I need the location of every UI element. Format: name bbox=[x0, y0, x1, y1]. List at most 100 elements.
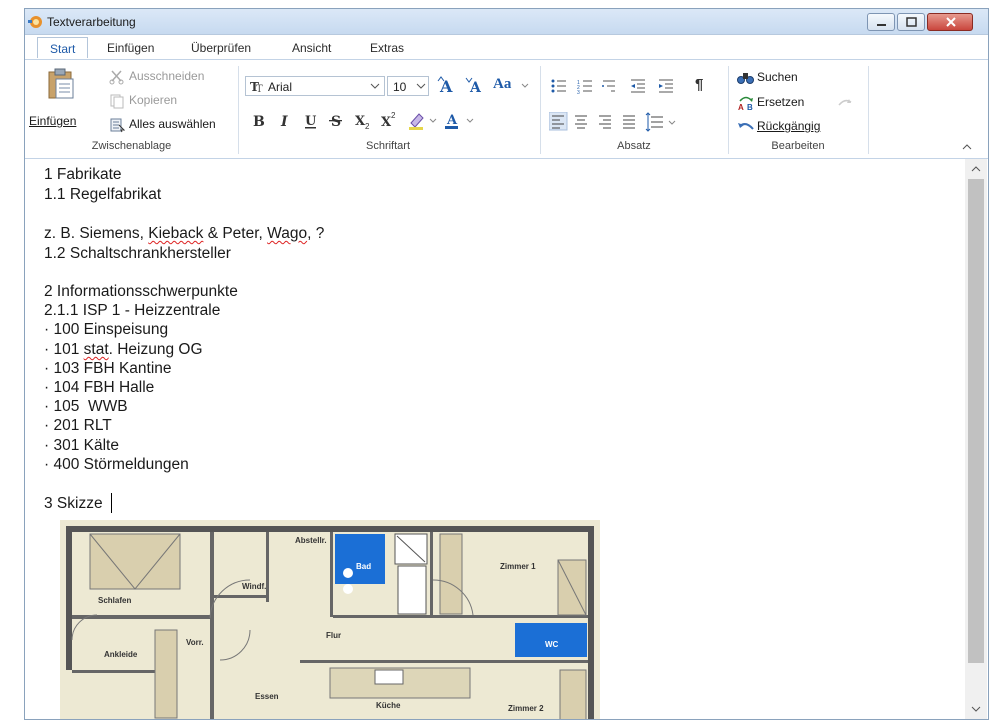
copy-button[interactable]: Kopieren bbox=[109, 92, 229, 110]
doc-line: 1.1 Regelfabrikat bbox=[44, 186, 162, 203]
doc-line: · 104 FBH Halle bbox=[44, 379, 155, 396]
replace-button[interactable]: AB Ersetzen bbox=[737, 94, 837, 112]
doc-line: · 100 Einspeisung bbox=[44, 321, 169, 338]
close-button[interactable] bbox=[927, 13, 973, 31]
align-right-icon bbox=[599, 115, 611, 129]
tab-start[interactable]: Start bbox=[37, 37, 89, 58]
list-toolbar: 123 bbox=[551, 79, 673, 96]
doc-line: · 301 Kälte bbox=[44, 437, 119, 454]
scrollbar-thumb[interactable] bbox=[968, 179, 984, 663]
app-window: Textverarbeitung Start Einfügen Überprüf… bbox=[24, 8, 989, 720]
copy-label: Kopieren bbox=[129, 93, 178, 107]
chevron-down-icon bbox=[521, 83, 529, 88]
pilcrow-icon[interactable]: ¶ bbox=[695, 76, 703, 93]
room-label: WC bbox=[545, 640, 559, 649]
cut-button[interactable]: Ausschneiden bbox=[109, 68, 229, 86]
close-icon bbox=[946, 17, 956, 27]
collapse-ribbon-icon[interactable] bbox=[961, 142, 973, 152]
font-size-combo[interactable]: 10 bbox=[387, 76, 429, 96]
doc-line: · 400 Störmeldungen bbox=[44, 456, 189, 473]
doc-line: 2.1.1 ISP 1 - Heizzentrale bbox=[44, 302, 221, 319]
room-label: Küche bbox=[376, 701, 401, 710]
paste-button[interactable]: Einfügen bbox=[29, 64, 95, 136]
scroll-down-icon[interactable] bbox=[970, 704, 982, 714]
room-label: Zimmer 1 bbox=[500, 562, 536, 571]
chevron-down-icon bbox=[370, 83, 380, 89]
svg-text:2: 2 bbox=[391, 111, 396, 120]
font-name-value: Arial bbox=[268, 80, 293, 94]
svg-text:U: U bbox=[305, 114, 317, 129]
separator bbox=[868, 66, 869, 154]
cut-label: Ausschneiden bbox=[129, 69, 205, 83]
vertical-scrollbar[interactable] bbox=[965, 159, 987, 719]
svg-text:I: I bbox=[280, 114, 288, 130]
room-label: Ankleide bbox=[104, 650, 138, 659]
font-name-combo[interactable]: TT Arial bbox=[245, 76, 385, 96]
change-case-button[interactable]: Aa bbox=[493, 76, 529, 96]
replace-icon: AB bbox=[738, 96, 753, 112]
window-title: Textverarbeitung bbox=[47, 15, 136, 29]
svg-text:T: T bbox=[256, 84, 263, 93]
room-label: Essen bbox=[255, 692, 279, 701]
floorplan-drawing bbox=[60, 520, 600, 719]
decrease-indent-icon bbox=[631, 79, 645, 93]
font-group-label: Schriftart bbox=[365, 140, 410, 152]
undo-button[interactable]: Rückgängig bbox=[737, 118, 837, 136]
app-icon bbox=[28, 16, 42, 28]
alignment-toolbar bbox=[549, 112, 676, 132]
shrink-font-icon[interactable]: A bbox=[465, 75, 489, 97]
tab-ueberpruefen[interactable]: Überprüfen bbox=[191, 41, 251, 55]
font-color-icon: A bbox=[445, 113, 474, 129]
underline-icon: U bbox=[305, 114, 317, 129]
svg-text:3: 3 bbox=[577, 90, 580, 96]
svg-text:B: B bbox=[747, 103, 753, 112]
doc-line: 1 Fabrikate bbox=[44, 166, 122, 183]
tab-extras[interactable]: Extras bbox=[370, 41, 404, 55]
select-all-button[interactable]: Alles auswählen bbox=[109, 116, 239, 134]
doc-line: · 103 FBH Kantine bbox=[44, 360, 172, 377]
doc-line: 3 Skizze bbox=[44, 495, 103, 512]
room-label: Windf. bbox=[242, 582, 267, 591]
paragraph-group-label: Absatz bbox=[617, 140, 651, 152]
title-bar[interactable]: Textverarbeitung bbox=[25, 9, 988, 35]
maximize-button[interactable] bbox=[897, 13, 925, 31]
undo-icon bbox=[738, 123, 754, 130]
scroll-up-icon[interactable] bbox=[970, 164, 982, 174]
minimize-button[interactable] bbox=[867, 13, 895, 31]
svg-text:A: A bbox=[439, 77, 453, 96]
align-center-icon bbox=[575, 115, 587, 129]
ribbon: Einfügen Ausschneiden Kopieren Alles aus… bbox=[25, 59, 988, 159]
select-all-icon bbox=[110, 118, 125, 133]
room-label: Vorr. bbox=[186, 638, 204, 647]
font-format-toolbar: B I U S X2 X2 A bbox=[253, 111, 474, 131]
superscript-icon: X2 bbox=[381, 111, 396, 130]
change-case-label: Aa bbox=[493, 76, 512, 92]
justify-icon bbox=[623, 115, 635, 129]
doc-line: 1.2 Schaltschrankhersteller bbox=[44, 245, 231, 262]
bullet-list-icon bbox=[551, 79, 566, 93]
bold-icon: B bbox=[253, 114, 265, 130]
find-label: Suchen bbox=[757, 70, 798, 84]
find-button[interactable]: Suchen bbox=[737, 70, 837, 88]
doc-line: · 201 RLT bbox=[44, 417, 112, 434]
increase-indent-icon bbox=[659, 79, 673, 93]
room-label: Flur bbox=[326, 631, 342, 640]
binoculars-icon bbox=[737, 73, 754, 84]
room-label: Zimmer 2 bbox=[508, 704, 544, 713]
svg-text:S: S bbox=[331, 114, 341, 130]
doc-line-manufacturers: z. B. Siemens, Kieback & Peter, Wago, ? bbox=[44, 225, 325, 242]
grow-font-icon[interactable]: A bbox=[437, 75, 461, 97]
paste-label: Einfügen bbox=[29, 114, 77, 128]
redo-icon bbox=[838, 99, 852, 106]
undo-label: Rückgängig bbox=[757, 119, 821, 133]
room-label: Abstellr. bbox=[295, 536, 327, 545]
document-area[interactable]: 1 Fabrikate 1.1 Regelfabrikat z. B. Siem… bbox=[26, 159, 965, 719]
editing-group-label: Bearbeiten bbox=[771, 140, 825, 152]
tab-einfuegen[interactable]: Einfügen bbox=[107, 41, 154, 55]
text-cursor bbox=[111, 493, 112, 513]
tab-ansicht[interactable]: Ansicht bbox=[292, 41, 331, 55]
floorplan-image[interactable]: Abstellr. Bad Zimmer 1 Schlafen Windf. V… bbox=[60, 520, 600, 719]
clipboard-icon bbox=[48, 68, 74, 99]
svg-text:B: B bbox=[253, 114, 265, 130]
select-all-label: Alles auswählen bbox=[129, 117, 216, 131]
